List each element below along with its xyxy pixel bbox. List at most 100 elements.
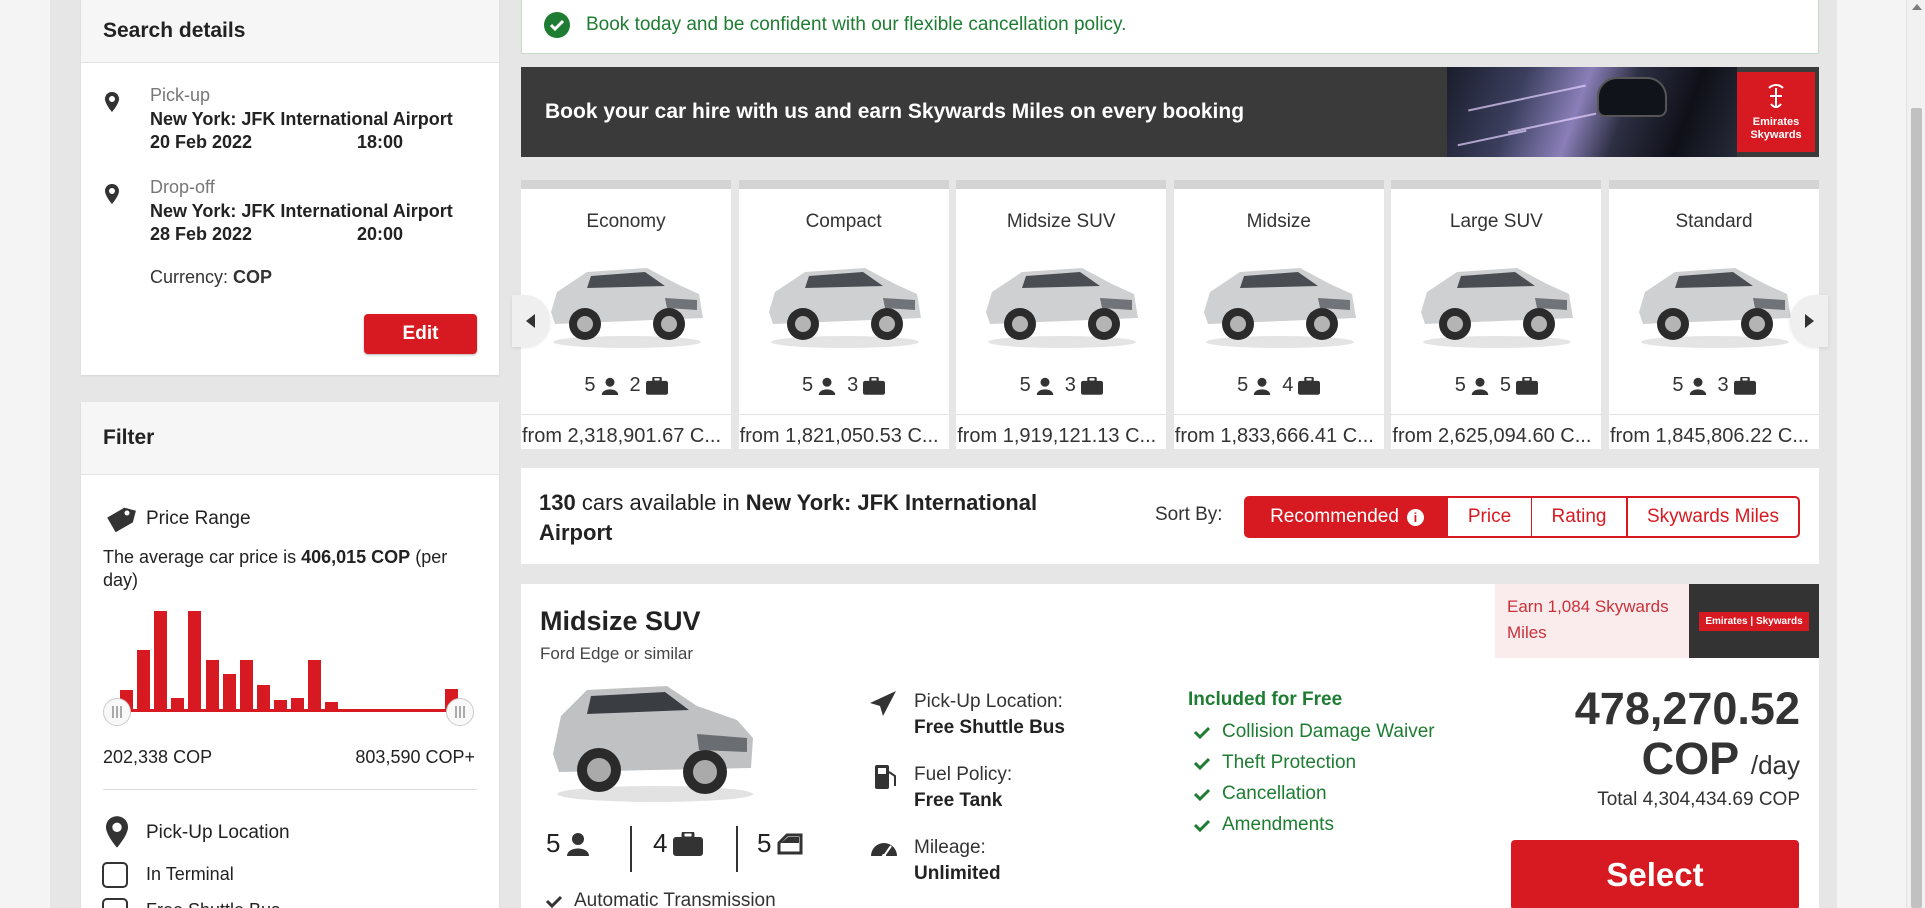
- pickup-location: New York: JFK International Airport: [150, 109, 453, 129]
- category-seats: 5: [1454, 374, 1466, 396]
- select-button[interactable]: Select: [1511, 840, 1799, 908]
- logo-line1: Emirates: [1752, 116, 1800, 128]
- category-bags: 3: [847, 374, 859, 396]
- price-histogram: [118, 608, 460, 712]
- included-item: Cancellation: [1194, 783, 1327, 805]
- category-bags: 2: [629, 374, 641, 396]
- category-capacity: 53: [956, 374, 1166, 397]
- suitcase-icon: [1080, 376, 1103, 395]
- scroll-thumb[interactable]: [1911, 108, 1922, 908]
- category-seats: 5: [801, 374, 814, 396]
- divider: [630, 826, 632, 872]
- car-image: [551, 268, 703, 348]
- category-name: Economy: [586, 211, 666, 232]
- info-icon: i: [1406, 508, 1424, 526]
- price-max-handle[interactable]: [446, 698, 474, 726]
- currency-label: Currency:: [150, 267, 229, 287]
- suitcase-icon: [863, 376, 886, 395]
- category-name: Midsize SUV: [1006, 211, 1116, 232]
- transmission-label: Automatic Transmission: [574, 890, 776, 908]
- chevron-right-icon: [1805, 314, 1814, 328]
- car-category-card[interactable]: Large SUV 5 5 from 2,625,094.60 C...: [1391, 180, 1602, 449]
- check-icon: [1194, 757, 1210, 770]
- category-bags: 3: [1064, 374, 1076, 396]
- emirates-skywards-logo: Emirates Skywards: [1737, 72, 1815, 152]
- skywards-earn-box: Earn 1,084 Skywards Miles: [1495, 584, 1689, 658]
- sort-skywards-miles-button[interactable]: Skywards Miles: [1627, 496, 1800, 538]
- price-min-handle[interactable]: [103, 698, 131, 726]
- dropoff-date: 28 Feb 2022: [150, 224, 253, 244]
- category-name: Large SUV: [1449, 211, 1543, 232]
- search-details-title: Search details: [81, 0, 499, 63]
- person-icon: [1689, 377, 1706, 395]
- divider: [103, 789, 477, 790]
- pickup-time: 18:00: [357, 132, 404, 152]
- page-gutter-right: [1837, 0, 1906, 908]
- avg-value: 406,015 COP: [301, 547, 411, 567]
- category-name: Compact: [805, 211, 882, 232]
- car-category-card[interactable]: Economy 5 2 from 2,318,901.67 C...: [521, 180, 731, 449]
- car-category-card[interactable]: Compact 5 3 from 1,821,050.53 C...: [738, 180, 949, 449]
- free-shuttle-checkbox[interactable]: [102, 898, 128, 908]
- sort-rating-button[interactable]: Rating: [1531, 496, 1628, 538]
- chevron-left-icon: [526, 314, 535, 328]
- in-terminal-checkbox[interactable]: [102, 862, 128, 888]
- scroll-up-icon[interactable]: [1912, 4, 1922, 10]
- price-amount: 478,270.52: [1574, 683, 1800, 734]
- location-pin-icon: [106, 816, 128, 848]
- person-icon: [1036, 377, 1053, 395]
- fuel-policy-value: Free Tank: [914, 790, 1003, 811]
- edit-search-button[interactable]: Edit: [364, 314, 477, 354]
- category-price: from 1,833,666.41 C...: [1173, 414, 1384, 458]
- fuel-pump-icon: [875, 765, 896, 789]
- price-min-label: 202,338 COP: [103, 747, 213, 767]
- result-seats-count: 5: [546, 828, 561, 858]
- cancellation-notice-text: Book today and be confident with our fle…: [586, 14, 1127, 35]
- currency-value: COP: [233, 267, 273, 287]
- result-doors-count: 5: [757, 828, 772, 858]
- suitcase-icon: [1733, 376, 1756, 395]
- pickup-location-value: Free Shuttle Bus: [914, 717, 1065, 738]
- mileage-label: Mileage:: [914, 837, 986, 858]
- price-range-title: Price Range: [146, 508, 251, 529]
- person-icon: [818, 377, 836, 395]
- included-item-label: Amendments: [1222, 814, 1334, 835]
- category-price: from 1,845,806.22 C...: [1609, 414, 1819, 458]
- category-bags: 3: [1717, 374, 1729, 396]
- car-category-card[interactable]: Midsize 5 4 from 1,833,666.41 C...: [1173, 180, 1384, 449]
- histogram-bar: [256, 685, 270, 712]
- category-seats: 5: [1672, 374, 1684, 396]
- promo-photo: [1447, 67, 1737, 157]
- result-bags-count: 4: [653, 828, 668, 858]
- category-capacity: 53: [1609, 374, 1819, 397]
- included-item-label: Theft Protection: [1222, 752, 1357, 773]
- check-icon: [546, 895, 562, 908]
- car-image: [1639, 268, 1791, 348]
- car-count: 130: [539, 490, 576, 515]
- sort-price-button[interactable]: Price: [1448, 496, 1533, 538]
- category-bags: 4: [1282, 374, 1294, 396]
- price-block: 478,270.52 COP /day: [1495, 684, 1800, 790]
- sort-by-label: Sort By:: [1155, 504, 1223, 525]
- category-price: from 2,318,901.67 C...: [521, 414, 731, 458]
- in-terminal-label: In Terminal: [146, 864, 234, 884]
- person-icon: [601, 377, 618, 395]
- category-seats: 5: [584, 374, 596, 396]
- cancellation-notice: Book today and be confident with our fle…: [521, 0, 1819, 54]
- histogram-bar: [308, 660, 322, 712]
- category-capacity: 52: [521, 374, 731, 397]
- sort-recommended-button[interactable]: Recommended i: [1244, 496, 1450, 538]
- car-image: [1203, 268, 1356, 348]
- dropoff-label: Drop-off: [150, 177, 215, 197]
- divider: [736, 826, 738, 872]
- included-item: Amendments: [1194, 814, 1334, 836]
- skywards-promo-banner[interactable]: Book your car hire with us and earn Skyw…: [521, 67, 1819, 157]
- filter-title: Filter: [81, 402, 499, 475]
- included-item: Theft Protection: [1194, 752, 1356, 774]
- included-item-label: Cancellation: [1222, 783, 1327, 804]
- check-circle-icon: [544, 12, 570, 38]
- histogram-bar: [222, 674, 236, 712]
- car-category-card[interactable]: Midsize SUV 5 3 from 1,919,121.13 C...: [956, 180, 1167, 449]
- car-category-card[interactable]: Standard 5 3 from 1,845,806.22 C...: [1609, 180, 1819, 449]
- scrollbar[interactable]: [1906, 0, 1925, 908]
